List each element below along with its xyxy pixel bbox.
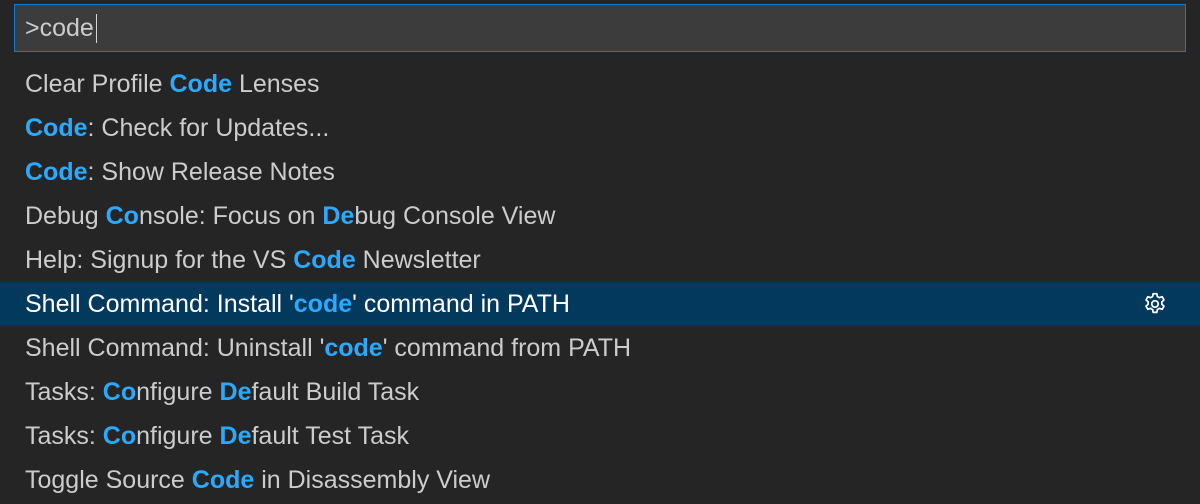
match-highlight: code <box>324 334 383 362</box>
command-item[interactable]: Toggle Source Code in Disassembly View <box>0 458 1200 502</box>
label-text: Tasks: <box>25 422 103 450</box>
label-text: Debug <box>25 202 106 230</box>
match-highlight: Code <box>25 114 88 142</box>
label-text: Clear Profile <box>25 70 170 98</box>
match-highlight: De <box>219 378 252 406</box>
label-text: Lenses <box>232 70 320 98</box>
label-text: Tasks: <box>25 378 103 406</box>
label-text: fault Test Task <box>251 422 409 450</box>
label-text: : Check for Updates... <box>87 114 330 142</box>
match-highlight: De <box>219 422 252 450</box>
label-text: Help: Signup for the VS <box>25 246 294 274</box>
command-item-selected[interactable]: Shell Command: Install 'code' command in… <box>0 282 1200 326</box>
command-item-label: Shell Command: Install 'code' command in… <box>25 290 570 318</box>
command-item-label: Tasks: Configure Default Build Task <box>25 378 419 406</box>
command-list: Clear Profile Code Lenses Code: Check fo… <box>0 62 1200 502</box>
command-item-label: Shell Command: Uninstall 'code' command … <box>25 334 631 362</box>
match-highlight: Code <box>169 70 233 98</box>
command-item[interactable]: Shell Command: Uninstall 'code' command … <box>0 326 1200 370</box>
command-input-value[interactable]: >code <box>25 14 94 43</box>
command-item-label: Code: Show Release Notes <box>25 158 335 186</box>
match-highlight: Code <box>293 246 356 274</box>
command-item-label: Clear Profile Code Lenses <box>25 70 320 98</box>
gear-icon[interactable] <box>1142 291 1168 317</box>
match-highlight: De <box>322 202 355 230</box>
match-highlight: Co <box>102 378 137 406</box>
command-item[interactable]: Tasks: Configure Default Test Task <box>0 414 1200 458</box>
match-highlight: Co <box>102 422 137 450</box>
label-text: nfigure <box>136 378 220 406</box>
command-item-label: Help: Signup for the VS Code Newsletter <box>25 246 481 274</box>
command-item[interactable]: Help: Signup for the VS Code Newsletter <box>0 238 1200 282</box>
command-item-label: Toggle Source Code in Disassembly View <box>25 466 490 494</box>
command-item[interactable]: Clear Profile Code Lenses <box>0 62 1200 106</box>
match-highlight: Code <box>25 158 88 186</box>
label-text: : Show Release Notes <box>87 158 335 186</box>
command-item-label: Debug Console: Focus on Debug Console Vi… <box>25 202 555 230</box>
command-item[interactable]: Code: Show Release Notes <box>0 150 1200 194</box>
command-item[interactable]: Code: Check for Updates... <box>0 106 1200 150</box>
label-text: in Disassembly View <box>254 466 491 494</box>
command-item-label: Tasks: Configure Default Test Task <box>25 422 409 450</box>
match-highlight: Co <box>105 202 139 230</box>
command-item[interactable]: Debug Console: Focus on Debug Console Vi… <box>0 194 1200 238</box>
label-text: ' command from PATH <box>382 334 632 362</box>
label-text: ' command in PATH <box>352 290 570 318</box>
text-caret <box>95 13 97 43</box>
match-highlight: Code <box>191 466 255 494</box>
command-input[interactable]: >code <box>14 4 1186 52</box>
command-item[interactable]: Tasks: Configure Default Build Task <box>0 370 1200 414</box>
label-text: nsole: Focus on <box>138 202 323 230</box>
match-highlight: code <box>293 290 353 318</box>
label-text: Toggle Source <box>25 466 192 494</box>
label-text: Newsletter <box>355 246 481 274</box>
label-text: bug Console View <box>354 202 556 230</box>
command-palette: >code Clear Profile Code Lenses Code: Ch… <box>0 0 1200 504</box>
label-text: Shell Command: Uninstall ' <box>25 334 325 362</box>
label-text: nfigure <box>136 422 220 450</box>
label-text: fault Build Task <box>251 378 420 406</box>
command-item-label: Code: Check for Updates... <box>25 114 329 142</box>
label-text: Shell Command: Install ' <box>25 290 294 318</box>
